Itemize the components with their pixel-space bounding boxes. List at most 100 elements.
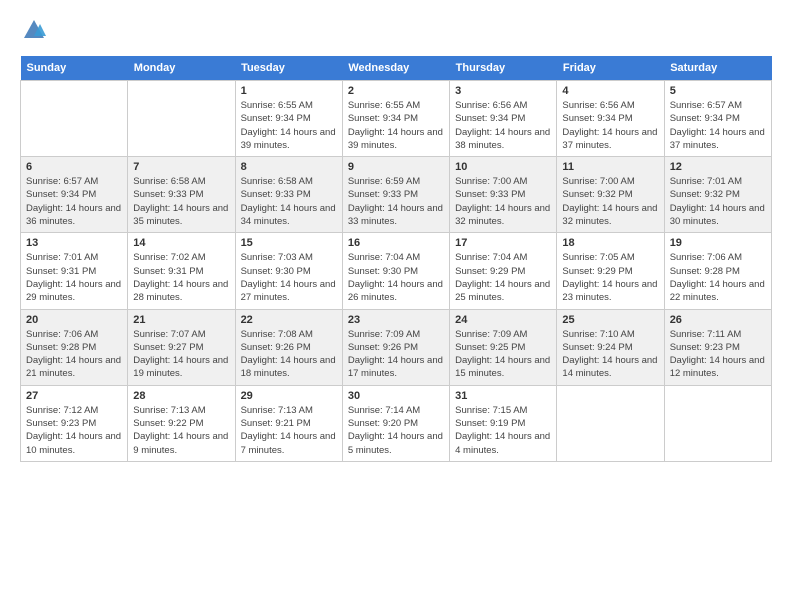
day-cell: 25Sunrise: 7:10 AMSunset: 9:24 PMDayligh… (557, 309, 664, 385)
day-number: 1 (241, 85, 337, 97)
day-number: 8 (241, 161, 337, 173)
day-number: 14 (133, 237, 229, 249)
day-info: Sunrise: 6:55 AMSunset: 9:34 PMDaylight:… (348, 99, 444, 152)
week-row-4: 20 Sunrise: 7:06 AMSunset: 9:28 PMDayligh… (21, 309, 772, 385)
day-cell: 16 Sunrise: 7:04 AMSunset: 9:30 PMDayligh… (342, 233, 449, 309)
day-info: Sunrise: 7:07 AMSunset: 9:27 PMDaylight:… (133, 328, 229, 381)
day-cell: 17 Sunrise: 7:04 AMSunset: 9:29 PMDayligh… (450, 233, 557, 309)
weekday-header-row: SundayMondayTuesdayWednesdayThursdayFrid… (21, 56, 772, 81)
day-number: 15 (241, 237, 337, 249)
day-cell: 4 Sunrise: 6:56 AMSunset: 9:34 PMDaylight… (557, 81, 664, 157)
day-number: 30 (348, 390, 444, 402)
day-info: Sunrise: 7:00 AMSunset: 9:32 PMDaylight:… (562, 175, 658, 228)
weekday-thursday: Thursday (450, 56, 557, 81)
day-info: Sunrise: 7:06 AMSunset: 9:28 PMDaylight:… (26, 328, 122, 381)
day-cell: 10 Sunrise: 7:00 AMSunset: 9:33 PMDayligh… (450, 157, 557, 233)
day-cell: 22 Sunrise: 7:08 AMSunset: 9:26 PMDayligh… (235, 309, 342, 385)
day-number: 24 (455, 314, 551, 326)
day-number: 23 (348, 314, 444, 326)
logo-icon (20, 16, 48, 44)
day-number: 28 (133, 390, 229, 402)
day-cell: 2 Sunrise: 6:55 AMSunset: 9:34 PMDaylight… (342, 81, 449, 157)
day-info: Sunrise: 6:56 AMSunset: 9:34 PMDaylight:… (455, 99, 551, 152)
day-info: Sunrise: 6:57 AMSunset: 9:34 PMDaylight:… (26, 175, 122, 228)
day-cell: 15 Sunrise: 7:03 AMSunset: 9:30 PMDayligh… (235, 233, 342, 309)
day-number: 22 (241, 314, 337, 326)
page: SundayMondayTuesdayWednesdayThursdayFrid… (0, 0, 792, 612)
day-info: Sunrise: 7:13 AMSunset: 9:21 PMDaylight:… (241, 404, 337, 457)
day-info: Sunrise: 7:14 AMSunset: 9:20 PMDaylight:… (348, 404, 444, 457)
calendar-table: SundayMondayTuesdayWednesdayThursdayFrid… (20, 56, 772, 462)
day-number: 20 (26, 314, 122, 326)
weekday-tuesday: Tuesday (235, 56, 342, 81)
day-info: Sunrise: 7:01 AMSunset: 9:31 PMDaylight:… (26, 251, 122, 304)
day-number: 16 (348, 237, 444, 249)
day-cell: 8 Sunrise: 6:58 AMSunset: 9:33 PMDaylight… (235, 157, 342, 233)
day-number: 3 (455, 85, 551, 97)
day-number: 11 (562, 161, 658, 173)
day-cell: 20 Sunrise: 7:06 AMSunset: 9:28 PMDayligh… (21, 309, 128, 385)
day-info: Sunrise: 7:08 AMSunset: 9:26 PMDaylight:… (241, 328, 337, 381)
weekday-wednesday: Wednesday (342, 56, 449, 81)
day-cell (128, 81, 235, 157)
day-cell: 28 Sunrise: 7:13 AMSunset: 9:22 PMDayligh… (128, 385, 235, 461)
day-cell: 3 Sunrise: 6:56 AMSunset: 9:34 PMDaylight… (450, 81, 557, 157)
day-info: Sunrise: 7:09 AMSunset: 9:26 PMDaylight:… (348, 328, 444, 381)
day-cell: 31Sunrise: 7:15 AMSunset: 9:19 PMDayligh… (450, 385, 557, 461)
day-number: 6 (26, 161, 122, 173)
day-number: 4 (562, 85, 658, 97)
day-number: 29 (241, 390, 337, 402)
weekday-saturday: Saturday (664, 56, 771, 81)
day-info: Sunrise: 7:11 AMSunset: 9:23 PMDaylight:… (670, 328, 766, 381)
day-cell: 19Sunrise: 7:06 AMSunset: 9:28 PMDayligh… (664, 233, 771, 309)
day-info: Sunrise: 7:03 AMSunset: 9:30 PMDaylight:… (241, 251, 337, 304)
day-cell: 27Sunrise: 7:12 AMSunset: 9:23 PMDayligh… (21, 385, 128, 461)
day-info: Sunrise: 7:04 AMSunset: 9:29 PMDaylight:… (455, 251, 551, 304)
day-cell: 21Sunrise: 7:07 AMSunset: 9:27 PMDayligh… (128, 309, 235, 385)
day-cell: 14 Sunrise: 7:02 AMSunset: 9:31 PMDayligh… (128, 233, 235, 309)
day-info: Sunrise: 7:13 AMSunset: 9:22 PMDaylight:… (133, 404, 229, 457)
day-number: 25 (562, 314, 658, 326)
day-number: 13 (26, 237, 122, 249)
day-cell: 11 Sunrise: 7:00 AMSunset: 9:32 PMDayligh… (557, 157, 664, 233)
weekday-sunday: Sunday (21, 56, 128, 81)
day-cell: 1 Sunrise: 6:55 AMSunset: 9:34 PMDaylight… (235, 81, 342, 157)
week-row-2: 6 Sunrise: 6:57 AMSunset: 9:34 PMDaylight… (21, 157, 772, 233)
day-cell: 9Sunrise: 6:59 AMSunset: 9:33 PMDaylight… (342, 157, 449, 233)
day-number: 17 (455, 237, 551, 249)
day-info: Sunrise: 7:01 AMSunset: 9:32 PMDaylight:… (670, 175, 766, 228)
day-cell: 24Sunrise: 7:09 AMSunset: 9:25 PMDayligh… (450, 309, 557, 385)
day-cell (664, 385, 771, 461)
day-info: Sunrise: 7:00 AMSunset: 9:33 PMDaylight:… (455, 175, 551, 228)
day-number: 7 (133, 161, 229, 173)
day-number: 2 (348, 85, 444, 97)
day-cell: 13 Sunrise: 7:01 AMSunset: 9:31 PMDayligh… (21, 233, 128, 309)
day-cell (557, 385, 664, 461)
week-row-3: 13 Sunrise: 7:01 AMSunset: 9:31 PMDayligh… (21, 233, 772, 309)
day-cell: 6 Sunrise: 6:57 AMSunset: 9:34 PMDaylight… (21, 157, 128, 233)
day-info: Sunrise: 7:06 AMSunset: 9:28 PMDaylight:… (670, 251, 766, 304)
day-number: 18 (562, 237, 658, 249)
day-cell: 23 Sunrise: 7:09 AMSunset: 9:26 PMDayligh… (342, 309, 449, 385)
day-cell: 5Sunrise: 6:57 AMSunset: 9:34 PMDaylight… (664, 81, 771, 157)
day-info: Sunrise: 7:04 AMSunset: 9:30 PMDaylight:… (348, 251, 444, 304)
header (20, 16, 772, 44)
day-cell: 26 Sunrise: 7:11 AMSunset: 9:23 PMDayligh… (664, 309, 771, 385)
day-info: Sunrise: 6:57 AMSunset: 9:34 PMDaylight:… (670, 99, 766, 152)
day-cell: 18Sunrise: 7:05 AMSunset: 9:29 PMDayligh… (557, 233, 664, 309)
day-number: 12 (670, 161, 766, 173)
day-info: Sunrise: 7:15 AMSunset: 9:19 PMDaylight:… (455, 404, 551, 457)
week-row-5: 27Sunrise: 7:12 AMSunset: 9:23 PMDayligh… (21, 385, 772, 461)
day-cell: 30 Sunrise: 7:14 AMSunset: 9:20 PMDayligh… (342, 385, 449, 461)
day-info: Sunrise: 6:59 AMSunset: 9:33 PMDaylight:… (348, 175, 444, 228)
day-info: Sunrise: 6:55 AMSunset: 9:34 PMDaylight:… (241, 99, 337, 152)
day-number: 10 (455, 161, 551, 173)
day-cell: 29 Sunrise: 7:13 AMSunset: 9:21 PMDayligh… (235, 385, 342, 461)
week-row-1: 1 Sunrise: 6:55 AMSunset: 9:34 PMDaylight… (21, 81, 772, 157)
day-info: Sunrise: 6:58 AMSunset: 9:33 PMDaylight:… (241, 175, 337, 228)
day-info: Sunrise: 7:02 AMSunset: 9:31 PMDaylight:… (133, 251, 229, 304)
day-number: 27 (26, 390, 122, 402)
logo (20, 16, 52, 44)
day-number: 26 (670, 314, 766, 326)
day-info: Sunrise: 6:56 AMSunset: 9:34 PMDaylight:… (562, 99, 658, 152)
